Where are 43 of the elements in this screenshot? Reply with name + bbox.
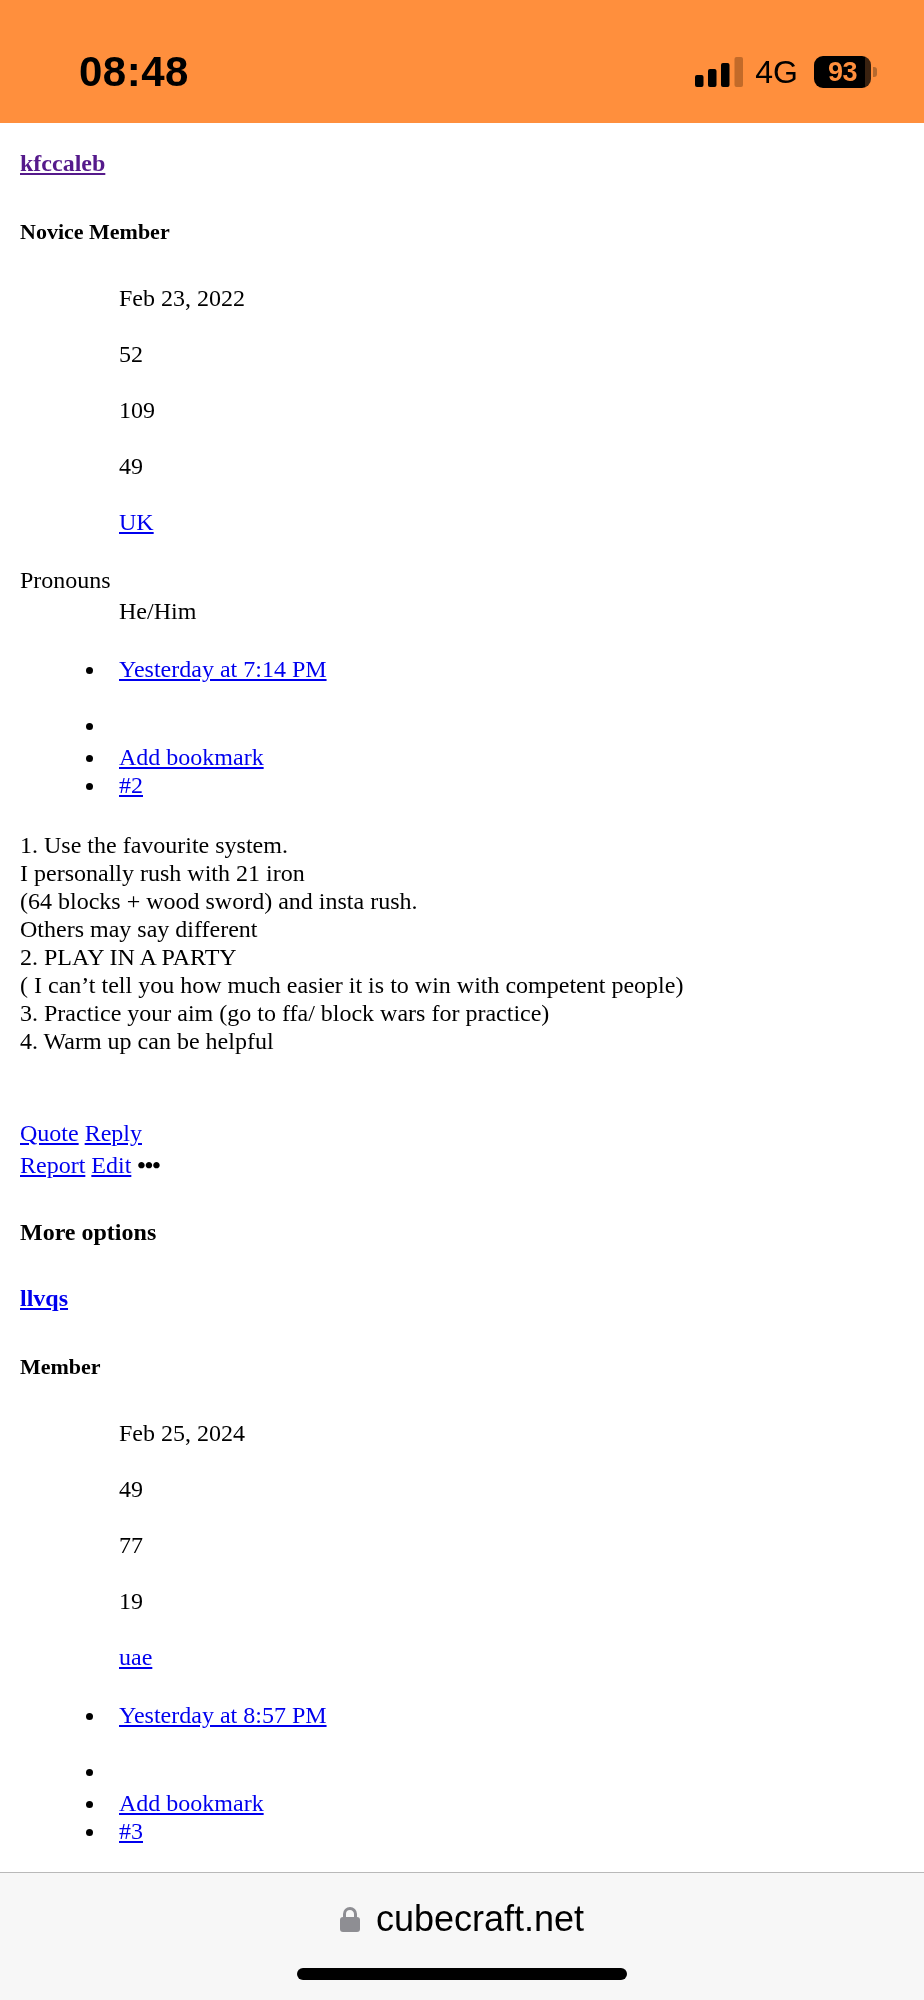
home-indicator[interactable] [297,1968,627,1980]
field-label: Pronouns [20,566,111,594]
post-date-link[interactable]: Yesterday at 7:14 PM [119,655,327,683]
bullet-icon [86,1829,93,1836]
user-title: Member [20,1353,101,1381]
location-link[interactable]: uae [119,1643,153,1671]
stat-value: 77 [119,1531,143,1559]
post-number-link[interactable]: #3 [119,1817,143,1845]
bullet-icon [86,723,93,730]
edit-link[interactable]: Edit [91,1152,132,1178]
bullet-icon [86,1713,93,1720]
quote-link[interactable]: Quote [20,1120,79,1146]
more-actions-toggle[interactable]: ••• [137,1152,160,1178]
username-link[interactable]: llvqs [20,1284,69,1312]
bullet-icon [86,1769,93,1776]
stat-value: 49 [119,1475,143,1503]
stat-value: 109 [119,396,155,424]
menu-heading: More options [20,1218,157,1246]
stat-value: Feb 25, 2024 [119,1419,245,1447]
user-title: Novice Member [20,218,170,246]
post-text: 1. Use the favourite system. I personally rush with 21 iron (64 blocks + wood sword) and insta rush. Others may say different 2. PLAY IN A PARTY ( I can’t tell you how much easier it is to win with competent people) 3. Practice your aim (go to ffa/ block wars for practice) 4. Warm up can be helpful [20,831,684,1055]
post-date-link[interactable]: Yesterday at 8:57 PM [119,1701,327,1729]
field-value: He/Him [119,597,197,625]
reply-link[interactable]: Reply [84,1120,142,1146]
bullet-icon [86,783,93,790]
bullet-icon [86,755,93,762]
post-number-link[interactable]: #2 [119,771,143,799]
report-link[interactable]: Report [20,1152,86,1178]
signal-icon [695,57,744,87]
network-type: 4G [755,55,798,89]
stat-value: 49 [119,452,143,480]
stat-value: 19 [119,1587,143,1615]
battery-indicator: 93 [814,56,877,88]
username-link[interactable]: kfccaleb [20,149,106,177]
bookmark-link[interactable]: Add bookmark [119,1789,264,1817]
clock-time: 08:48 [79,50,189,94]
stat-value: Feb 23, 2022 [119,284,245,312]
bullet-icon [86,1801,93,1808]
stat-value: 52 [119,340,143,368]
bookmark-link[interactable]: Add bookmark [119,743,264,771]
url-text[interactable]: cubecraft.net [375,1898,585,1940]
location-link[interactable]: UK [119,508,154,536]
bullet-icon [86,667,93,674]
